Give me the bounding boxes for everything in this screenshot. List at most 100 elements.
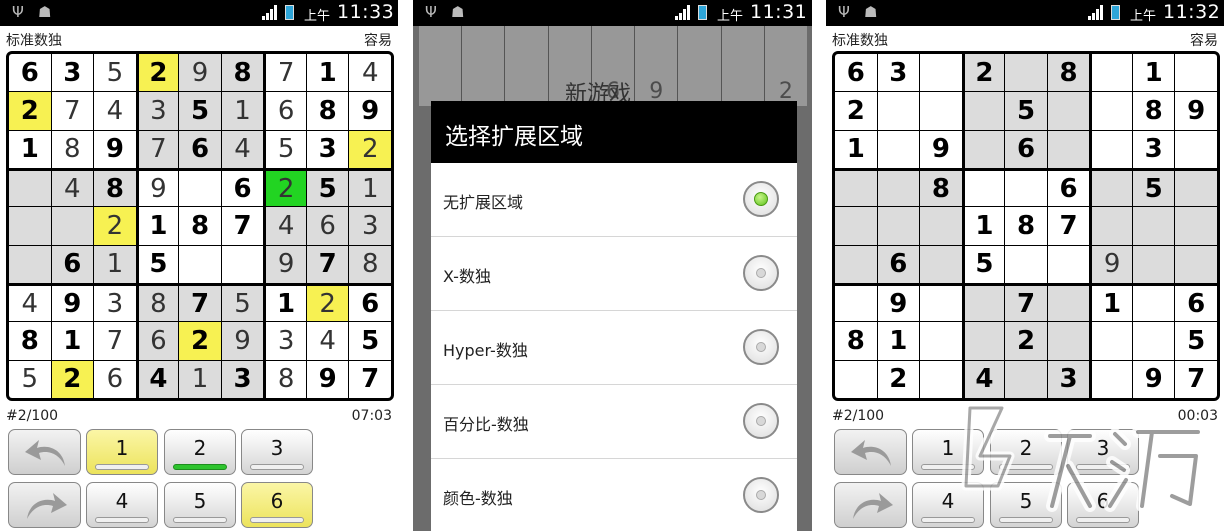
sudoku-cell[interactable]	[1090, 130, 1132, 168]
sudoku-cell[interactable]: 5	[136, 245, 179, 283]
sudoku-cell[interactable]: 6	[835, 54, 877, 92]
sudoku-cell[interactable]: 5	[179, 92, 221, 130]
sudoku-cell[interactable]: 4	[962, 360, 1005, 398]
sudoku-cell[interactable]: 9	[51, 283, 94, 322]
sudoku-cell[interactable]: 8	[920, 168, 962, 207]
sudoku-cell[interactable]	[877, 207, 920, 245]
sudoku-cell[interactable]: 2	[349, 130, 391, 168]
sudoku-cell[interactable]: 2	[136, 54, 179, 92]
sudoku-cell[interactable]: 7	[1047, 207, 1090, 245]
sudoku-cell[interactable]	[1132, 207, 1175, 245]
sudoku-cell[interactable]: 1	[51, 322, 94, 360]
sudoku-cell[interactable]	[920, 283, 962, 322]
sudoku-cell[interactable]: 4	[221, 130, 264, 168]
redo-button[interactable]	[8, 482, 81, 528]
sudoku-cell[interactable]: 6	[179, 130, 221, 168]
sudoku-cell[interactable]	[51, 207, 94, 245]
sudoku-cell[interactable]: 9	[1132, 360, 1175, 398]
undo-button[interactable]	[834, 429, 907, 475]
sudoku-cell[interactable]: 2	[962, 54, 1005, 92]
sudoku-cell[interactable]: 3	[51, 54, 94, 92]
sudoku-cell[interactable]: 2	[9, 92, 51, 130]
sudoku-cell[interactable]: 3	[264, 322, 306, 360]
sudoku-cell[interactable]: 8	[264, 360, 306, 398]
number-key-4[interactable]: 4	[912, 482, 984, 528]
sudoku-cell[interactable]	[835, 360, 877, 398]
number-key-4[interactable]: 4	[86, 482, 158, 528]
sudoku-cell[interactable]: 4	[136, 360, 179, 398]
sudoku-cell[interactable]	[962, 130, 1005, 168]
sudoku-cell[interactable]	[1132, 322, 1175, 360]
sudoku-cell[interactable]	[1047, 130, 1090, 168]
sudoku-cell[interactable]: 8	[835, 322, 877, 360]
sudoku-cell[interactable]	[1005, 54, 1047, 92]
sudoku-cell[interactable]: 7	[136, 130, 179, 168]
sudoku-cell[interactable]	[877, 130, 920, 168]
sudoku-cell[interactable]: 1	[962, 207, 1005, 245]
sudoku-cell[interactable]: 1	[136, 207, 179, 245]
sudoku-cell[interactable]	[962, 168, 1005, 207]
sudoku-cell[interactable]: 1	[179, 360, 221, 398]
extension-option[interactable]: X-数独	[431, 237, 797, 311]
sudoku-cell[interactable]	[1047, 322, 1090, 360]
sudoku-cell[interactable]: 9	[136, 168, 179, 207]
sudoku-cell[interactable]: 9	[1090, 245, 1132, 283]
sudoku-cell[interactable]: 3	[221, 360, 264, 398]
sudoku-cell[interactable]: 9	[920, 130, 962, 168]
sudoku-cell[interactable]	[962, 322, 1005, 360]
sudoku-cell[interactable]	[179, 245, 221, 283]
sudoku-cell[interactable]: 4	[51, 168, 94, 207]
sudoku-cell[interactable]	[1175, 207, 1217, 245]
sudoku-cell[interactable]	[1175, 130, 1217, 168]
sudoku-cell[interactable]: 1	[221, 92, 264, 130]
sudoku-cell[interactable]	[1132, 283, 1175, 322]
sudoku-cell[interactable]: 4	[306, 322, 349, 360]
sudoku-cell[interactable]: 8	[1005, 207, 1047, 245]
sudoku-cell[interactable]: 6	[877, 245, 920, 283]
sudoku-cell[interactable]	[835, 283, 877, 322]
extension-option[interactable]: 无扩展区域	[431, 163, 797, 237]
radio-unselected-icon[interactable]	[743, 329, 779, 365]
sudoku-cell[interactable]: 8	[349, 245, 391, 283]
sudoku-cell[interactable]: 3	[1047, 360, 1090, 398]
sudoku-cell[interactable]: 6	[1005, 130, 1047, 168]
sudoku-cell[interactable]	[1005, 245, 1047, 283]
sudoku-cell[interactable]: 3	[94, 283, 136, 322]
sudoku-cell[interactable]: 9	[349, 92, 391, 130]
sudoku-cell[interactable]: 3	[877, 54, 920, 92]
extension-option[interactable]: 百分比-数独	[431, 385, 797, 459]
sudoku-cell[interactable]: 7	[179, 283, 221, 322]
number-key-5[interactable]: 5	[990, 482, 1062, 528]
sudoku-cell[interactable]: 7	[51, 92, 94, 130]
sudoku-cell[interactable]: 2	[877, 360, 920, 398]
sudoku-cell[interactable]: 5	[349, 322, 391, 360]
sudoku-cell[interactable]: 7	[221, 207, 264, 245]
sudoku-cell[interactable]: 7	[264, 54, 306, 92]
sudoku-cell[interactable]	[835, 168, 877, 207]
sudoku-cell[interactable]: 8	[94, 168, 136, 207]
sudoku-cell[interactable]: 7	[1005, 283, 1047, 322]
sudoku-cell[interactable]: 4	[9, 283, 51, 322]
sudoku-cell[interactable]: 4	[264, 207, 306, 245]
sudoku-cell[interactable]	[9, 168, 51, 207]
number-key-6[interactable]: 6	[241, 482, 313, 528]
sudoku-cell[interactable]: 6	[221, 168, 264, 207]
number-key-3[interactable]: 3	[1067, 429, 1139, 475]
extension-option[interactable]: Hyper-数独	[431, 311, 797, 385]
sudoku-cell[interactable]: 8	[179, 207, 221, 245]
sudoku-cell[interactable]	[1175, 168, 1217, 207]
sudoku-cell[interactable]	[920, 54, 962, 92]
sudoku-cell[interactable]	[1047, 92, 1090, 130]
sudoku-cell[interactable]: 2	[306, 283, 349, 322]
sudoku-cell[interactable]: 5	[9, 360, 51, 398]
sudoku-cell[interactable]	[1090, 360, 1132, 398]
sudoku-cell[interactable]	[1132, 245, 1175, 283]
sudoku-cell[interactable]: 5	[221, 283, 264, 322]
sudoku-cell[interactable]	[920, 322, 962, 360]
sudoku-cell[interactable]	[835, 207, 877, 245]
sudoku-cell[interactable]: 9	[264, 245, 306, 283]
sudoku-cell[interactable]: 9	[221, 322, 264, 360]
sudoku-cell[interactable]: 1	[1132, 54, 1175, 92]
sudoku-cell[interactable]	[1175, 54, 1217, 92]
radio-unselected-icon[interactable]	[743, 477, 779, 513]
